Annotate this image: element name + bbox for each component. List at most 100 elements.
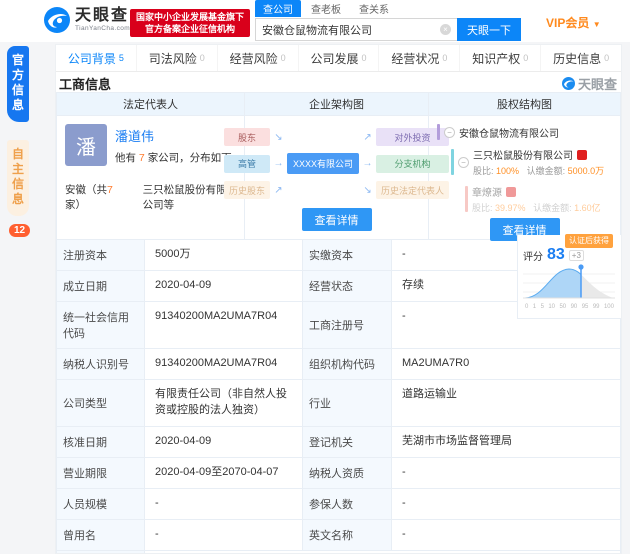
equity-child-name: 三只松鼠股份有限公司: [473, 147, 573, 162]
header-legal-representative: 法定代表人: [57, 93, 245, 116]
watermark-text: 天眼查: [578, 74, 617, 93]
arrow-icon: ↘: [361, 185, 374, 196]
score-axis-ticks: 0151050909599100: [523, 304, 616, 310]
field-label: 注册资本: [57, 240, 145, 271]
logo-subtitle: TianYanCha.com: [75, 26, 130, 33]
field-label: 统一社会信用代码: [57, 302, 145, 349]
watermark-logo: 天眼查: [562, 74, 617, 93]
field-label: 组织机构代码: [303, 349, 392, 380]
score-label: 评分: [523, 248, 543, 263]
avatar[interactable]: 潘: [65, 124, 107, 166]
tab-count: 0: [362, 53, 367, 63]
search-area: 查公司 查老板 查关系 安徽仓鼠物流有限公司 × 天眼一下: [255, 2, 521, 41]
field-label: 公司类型: [57, 380, 145, 427]
field-label: 纳税人资质: [303, 458, 392, 489]
search-tab-relation[interactable]: 查关系: [351, 0, 397, 17]
org-chart-cell: 股东 ↘ ↗ 对外投资 高管 → XXXX有限公司 → 分支机构 历史股东 ↗: [245, 116, 429, 240]
equity-child-row[interactable]: − 三只松鼠股份有限公司 股比: 100% 认: [451, 147, 612, 177]
region-stat: 安徽（共7家）: [65, 182, 121, 212]
arrow-icon: ↗: [272, 185, 285, 196]
field-value: -: [392, 458, 621, 489]
legal-rep-name-link[interactable]: 潘道伟: [115, 126, 232, 145]
tab-company-development[interactable]: 公司发展0: [299, 45, 380, 71]
field-value: -: [392, 489, 621, 520]
field-label: 实缴资本: [303, 240, 392, 271]
company-count: 7: [139, 152, 145, 164]
score-distribution-chart: [523, 263, 615, 301]
org-node-shareholder[interactable]: 股东: [224, 128, 270, 146]
tab-judicial-risk[interactable]: 司法风险0: [137, 45, 218, 71]
field-value: 芜湖市市场监督管理局: [392, 427, 621, 458]
gov-certification-badge: 国家中小企业发展基金旗下 官方备案企业征信机构: [130, 9, 250, 37]
search-button[interactable]: 天眼一下: [457, 18, 521, 41]
search-tab-company[interactable]: 查公司: [255, 0, 301, 17]
table-row: 核准日期 2020-04-09 登记机关 芜湖市市场监督管理局: [57, 427, 621, 458]
field-label: 工商注册号: [303, 302, 392, 349]
company-score-panel[interactable]: 认证后获得 评分 83 +3 0: [517, 235, 621, 319]
tab-count: 0: [523, 53, 528, 63]
score-marker-pin: [578, 264, 583, 269]
org-node-company[interactable]: XXXX有限公司: [287, 153, 359, 174]
arrow-icon: ↘: [272, 132, 285, 143]
company-nav-tabs: 公司背景5 司法风险0 经营风险0 公司发展0 经营状况0 知识产权0 历史信息…: [56, 45, 621, 72]
table-row: 曾用名 - 英文名称 -: [57, 520, 621, 551]
field-value: 91340200MA2UMA7R04: [145, 302, 303, 349]
field-value: -: [145, 489, 303, 520]
legal-rep-desc: 他有 7 家公司，分布如下: [115, 150, 232, 165]
tianyancha-logo[interactable]: 天眼查 TianYanCha.com: [44, 7, 130, 33]
collapse-icon[interactable]: −: [458, 157, 469, 168]
vip-menu[interactable]: VIP会员 ▼: [546, 14, 601, 31]
tab-count: 0: [281, 53, 286, 63]
table-row: 纳税人识别号 91340200MA2UMA7R04 组织机构代码 MA2UMA7…: [57, 349, 621, 380]
arrow-icon: ↗: [361, 132, 374, 143]
eye-logo-icon: [44, 7, 70, 33]
field-value: 有限责任公司（非自然人投资或控股的法人独资）: [145, 380, 303, 427]
score-delta: +3: [569, 250, 584, 261]
field-label: 曾用名: [57, 520, 145, 551]
arrow-icon: →: [361, 158, 374, 169]
legal-representative-cell: 潘 潘道伟 他有 7 家公司，分布如下 安徽（共7家）: [57, 116, 245, 240]
collapse-icon[interactable]: −: [444, 127, 455, 138]
view-org-chart-button[interactable]: 查看详情: [302, 208, 372, 231]
official-info-tag[interactable]: 官方信息: [7, 46, 29, 122]
company-detail-card: 公司背景5 司法风险0 经营风险0 公司发展0 经营状况0 知识产权0 历史信息…: [55, 44, 622, 554]
logo-title: 天眼查: [75, 8, 130, 24]
self-info-tag[interactable]: 自主信息: [7, 140, 29, 216]
field-label: 纳税人识别号: [57, 349, 145, 380]
tab-history-info[interactable]: 历史信息0: [541, 45, 621, 71]
org-node-executive[interactable]: 高管: [224, 155, 270, 173]
tab-operation-risk[interactable]: 经营风险0: [218, 45, 299, 71]
clear-search-icon[interactable]: ×: [440, 24, 451, 35]
caret-down-icon: ▼: [593, 20, 601, 29]
header-equity-chart: 股权结构图: [429, 93, 621, 116]
company-logo-icon: [506, 187, 516, 197]
search-input[interactable]: 安徽仓鼠物流有限公司 ×: [255, 18, 457, 41]
tab-count: 5: [119, 53, 124, 63]
tab-count: 0: [442, 53, 447, 63]
tab-count: 0: [200, 53, 205, 63]
field-value: 5000万: [145, 240, 303, 271]
field-value: 2020-04-09: [145, 271, 303, 302]
equity-child-meta: 股比: 100% 认缴金额: 5000.0万: [473, 164, 604, 177]
related-company-link[interactable]: 三只松鼠股份有限公司等: [143, 182, 236, 212]
eye-logo-icon: [562, 77, 575, 90]
tab-operation-status[interactable]: 经营状况0: [379, 45, 460, 71]
business-info-table: 法定代表人 企业架构图 股权结构图 潘 潘道伟 他有 7 家公: [56, 92, 621, 554]
table-row: 人员规模 - 参保人数 -: [57, 489, 621, 520]
field-label: 人员规模: [57, 489, 145, 520]
field-value: -: [145, 520, 303, 551]
org-node-history-shareholder[interactable]: 历史股东: [224, 181, 270, 199]
tab-company-background[interactable]: 公司背景5: [56, 45, 137, 71]
equity-root-row[interactable]: − 安徽仓鼠物流有限公司: [437, 124, 612, 140]
field-value: MA2UMA7R0: [392, 349, 621, 380]
equity-grandchild-row[interactable]: 章燎源 股比: 39.97% 认缴金额: 1.60亿: [465, 184, 612, 214]
field-label: 参保人数: [303, 489, 392, 520]
tree-bar: [465, 186, 468, 212]
search-tab-boss[interactable]: 查老板: [303, 0, 349, 17]
tab-intellectual-property[interactable]: 知识产权0: [460, 45, 541, 71]
arrow-icon: →: [272, 158, 285, 169]
page: 天眼查 TianYanCha.com 国家中小企业发展基金旗下 官方备案企业征信…: [0, 0, 630, 554]
field-value: 91340200MA2UMA7R04: [145, 349, 303, 380]
equity-chart-cell: − 安徽仓鼠物流有限公司 − 三只松鼠股份有限公司: [429, 116, 621, 240]
equity-grandchild-name: 章燎源: [472, 184, 502, 199]
